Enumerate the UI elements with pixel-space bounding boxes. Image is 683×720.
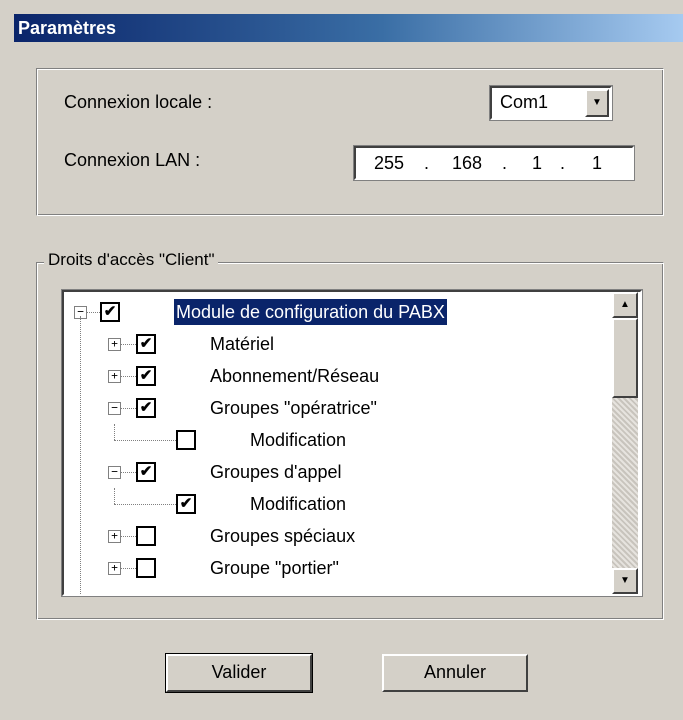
tree-node-label[interactable]: Groupes spéciaux [210,520,355,552]
tree-node[interactable]: + ✔ Abonnement/Réseau [64,360,612,392]
tree-node-label[interactable]: Matériel [210,328,274,360]
tree-node[interactable]: + ✔ Matériel [64,328,612,360]
collapse-icon[interactable]: − [108,466,121,479]
tree-node-label[interactable]: Abonnement/Réseau [210,360,379,392]
tree-node[interactable]: − ✔ Groupes d'appel [64,456,612,488]
checkbox-checked[interactable]: ✔ [136,366,156,386]
tree-connector [80,316,81,594]
tree-scrollbar[interactable]: ▲ ▼ [612,292,638,594]
tree-connector [87,312,100,313]
tree-connector [121,408,136,409]
checkbox-unchecked[interactable] [176,430,196,450]
ip-octet-2[interactable]: 168 [452,153,482,174]
tree-connector [121,536,136,537]
ip-octet-4[interactable]: 1 [592,153,602,174]
chevron-down-icon[interactable]: ▼ [585,89,609,117]
tree-node[interactable]: − ✔ Module de configuration du PABX [64,296,612,328]
collapse-icon[interactable]: − [108,402,121,415]
checkbox-checked[interactable]: ✔ [136,398,156,418]
tree-connector [114,488,115,504]
checkbox-unchecked[interactable] [136,526,156,546]
local-connection-select[interactable]: Com1 ▼ [489,85,613,121]
tree-connector [114,424,115,440]
tree-node-label[interactable]: Modification [250,424,346,456]
tree-node[interactable]: Modification [64,424,612,456]
expand-icon[interactable]: + [108,338,121,351]
expand-icon[interactable]: + [108,530,121,543]
lan-connection-label: Connexion LAN : [64,150,201,170]
ip-octet-3[interactable]: 1 [532,153,542,174]
tree-connector [114,504,176,505]
tree-node-label[interactable]: Groupes d'appel [210,456,342,488]
tree-connector [121,472,136,473]
tree-node[interactable]: − ✔ Groupes "opératrice" [64,392,612,424]
ip-dot-1: . [424,153,430,173]
scroll-thumb[interactable] [612,318,638,398]
tree-connector [121,568,136,569]
local-connection-label: Connexion locale : [64,92,213,112]
tree-connector [121,344,136,345]
cancel-button[interactable]: Annuler [382,654,528,692]
tree-node-label[interactable]: Groupe "portier" [210,552,339,584]
validate-button[interactable]: Valider [165,653,313,693]
expand-icon[interactable]: + [108,562,121,575]
tree-node[interactable]: + Groupes spéciaux [64,520,612,552]
checkbox-checked[interactable]: ✔ [136,334,156,354]
checkbox-unchecked[interactable] [136,558,156,578]
tree-node-label[interactable]: Module de configuration du PABX [174,299,447,325]
checkbox-checked[interactable]: ✔ [176,494,196,514]
local-connection-value: Com1 [500,92,549,112]
ip-dot-3: . [560,153,566,173]
tree-connector [114,440,176,441]
tree-node-label[interactable]: Groupes "opératrice" [210,392,377,424]
checkbox-checked[interactable]: ✔ [100,302,120,322]
tree-node[interactable]: ✔ Modification [64,488,612,520]
scroll-up-icon[interactable]: ▲ [612,292,638,318]
checkbox-checked[interactable]: ✔ [136,462,156,482]
ip-dot-2: . [502,153,508,173]
tree-node-label[interactable]: Modification [250,488,346,520]
tree-connector [121,376,136,377]
access-rights-legend: Droits d'accès "Client" [44,250,219,270]
window-title: Paramètres [14,14,683,42]
expand-icon[interactable]: + [108,370,121,383]
lan-ip-field[interactable]: 255 . 168 . 1 . 1 [353,145,635,181]
tree-node[interactable]: + Groupe "portier" [64,552,612,584]
ip-octet-1[interactable]: 255 [374,153,404,174]
scroll-down-icon[interactable]: ▼ [612,568,638,594]
access-rights-tree[interactable]: − ✔ Module de configuration du PABX + ✔ Matér… [61,289,643,597]
